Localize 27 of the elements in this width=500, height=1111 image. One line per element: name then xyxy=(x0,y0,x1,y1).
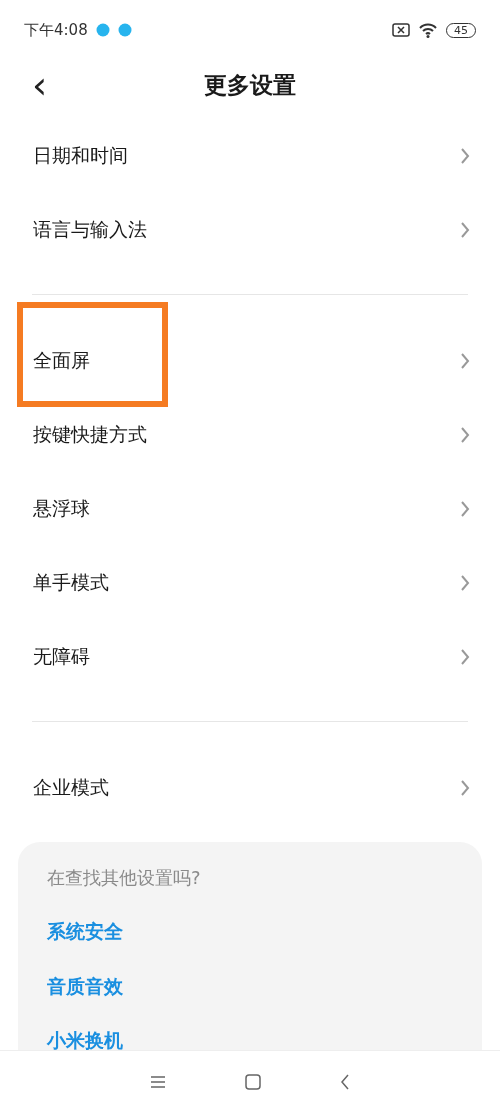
chevron-right-icon xyxy=(460,649,470,666)
settings-item[interactable]: 企业模式 xyxy=(0,750,500,824)
chevron-right-icon xyxy=(460,501,470,518)
settings-item[interactable]: 单手模式 xyxy=(0,545,500,619)
settings-item[interactable]: 无障碍 xyxy=(0,619,500,693)
suggestion-title: 在查找其他设置吗? xyxy=(47,866,202,890)
settings-item[interactable]: 日期和时间 xyxy=(0,118,500,192)
chevron-right-icon xyxy=(460,575,470,592)
chevron-right-icon xyxy=(460,427,470,444)
settings-item[interactable]: 按键快捷方式 xyxy=(0,397,500,471)
chevron-right-icon xyxy=(460,148,470,165)
sim-icon xyxy=(392,23,410,38)
app-icon xyxy=(95,23,110,38)
settings-item[interactable]: 悬浮球 xyxy=(0,471,500,545)
settings-item[interactable]: 全面屏 xyxy=(0,323,500,397)
back-button[interactable]: ‹ xyxy=(28,66,52,104)
page-title: 更多设置 xyxy=(204,70,296,100)
back-icon xyxy=(340,1073,351,1090)
chevron-right-icon xyxy=(460,780,470,797)
chevron-right-icon xyxy=(460,353,470,370)
settings-item[interactable]: 语言与输入法 xyxy=(0,192,500,266)
menu-icon xyxy=(149,1074,166,1089)
status-time: 下午4:08 xyxy=(24,19,88,41)
wifi-icon xyxy=(418,22,438,39)
home-icon xyxy=(245,1073,261,1090)
app-icon xyxy=(117,23,132,38)
chevron-right-icon xyxy=(460,222,470,239)
